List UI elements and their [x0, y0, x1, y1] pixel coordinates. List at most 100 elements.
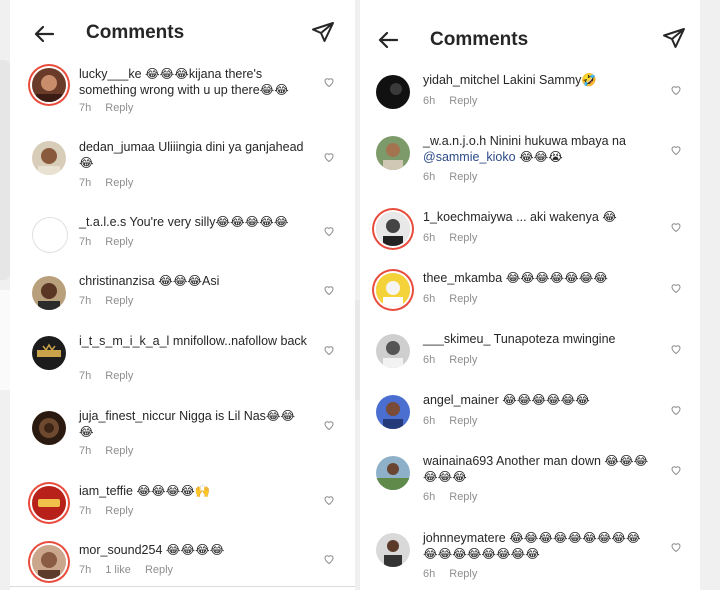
- reply-button[interactable]: Reply: [449, 293, 477, 305]
- heart-icon[interactable]: [323, 284, 335, 296]
- like-count[interactable]: 1 like: [105, 564, 131, 576]
- reply-button[interactable]: Reply: [105, 295, 133, 307]
- comment-username[interactable]: yidah_mitchel: [423, 73, 499, 87]
- comment-time: 7h: [79, 177, 92, 189]
- comment-time: 7h: [79, 102, 92, 114]
- comment-meta: 6h Reply: [423, 491, 491, 503]
- back-arrow-icon[interactable]: [376, 28, 400, 52]
- comment-meta: 6h Reply: [423, 293, 491, 305]
- comment-meta: 7h Reply: [79, 505, 147, 517]
- reply-button[interactable]: Reply: [105, 370, 133, 382]
- comment-username[interactable]: ___skimeu_: [423, 332, 490, 346]
- comment-text: ... aki wakenya 😂: [516, 210, 617, 224]
- reply-button[interactable]: Reply: [449, 232, 477, 244]
- avatar[interactable]: [376, 533, 410, 567]
- comment-meta: 7h Reply: [79, 102, 147, 114]
- avatar[interactable]: [32, 68, 66, 102]
- mention-link[interactable]: @sammie_kioko: [423, 150, 516, 164]
- page-title: Comments: [86, 22, 185, 43]
- heart-icon[interactable]: [670, 404, 682, 416]
- comment-time: 6h: [423, 354, 436, 366]
- comment-text: 😂😂😂😂😂😂😂: [505, 271, 608, 285]
- comments-screen-left: Comments lucky___ke 😂😂😂kijana there's so…: [10, 0, 355, 590]
- comment-time: 6h: [423, 293, 436, 305]
- comment-username[interactable]: angel_mainer: [423, 393, 499, 407]
- reply-button[interactable]: Reply: [145, 564, 173, 576]
- comment-username[interactable]: dedan_jumaa: [79, 140, 155, 154]
- avatar[interactable]: [376, 273, 410, 307]
- avatar[interactable]: [376, 75, 410, 109]
- avatar[interactable]: [32, 411, 66, 445]
- comment-username[interactable]: i_t_s_m_i_k_a_l: [79, 334, 169, 348]
- comments-header: Comments: [360, 0, 700, 64]
- heart-icon[interactable]: [323, 344, 335, 356]
- reply-button[interactable]: Reply: [449, 568, 477, 580]
- comment-username[interactable]: iam_teffie: [79, 484, 133, 498]
- comment-text: Lakini Sammy🤣: [502, 73, 597, 87]
- avatar[interactable]: [32, 217, 68, 253]
- comment-text: Ninini hukuwa mbaya na: [489, 134, 626, 148]
- avatar[interactable]: [32, 486, 66, 520]
- direct-send-icon[interactable]: [662, 26, 686, 50]
- comment-time: 6h: [423, 95, 436, 107]
- comment-time: 6h: [423, 568, 436, 580]
- comment-username[interactable]: _w.a.n.j.o.h: [423, 134, 486, 148]
- comment-time: 7h: [79, 445, 92, 457]
- heart-icon[interactable]: [323, 553, 335, 565]
- reply-button[interactable]: Reply: [105, 505, 133, 517]
- heart-icon[interactable]: [323, 151, 335, 163]
- heart-icon[interactable]: [323, 76, 335, 88]
- reply-button[interactable]: Reply: [105, 445, 133, 457]
- back-arrow-icon[interactable]: [32, 22, 56, 46]
- comment-text: 😂😂😂😂😂😂: [502, 393, 590, 407]
- comment-text: You're very silly😂😂😂😂😂: [129, 215, 289, 229]
- comment-text: 😂😂😂😂🙌: [136, 484, 211, 498]
- avatar[interactable]: [32, 545, 66, 579]
- comment-username[interactable]: juja_finest_niccur: [79, 409, 176, 423]
- heart-icon[interactable]: [670, 144, 682, 156]
- heart-icon[interactable]: [670, 282, 682, 294]
- avatar[interactable]: [376, 456, 410, 490]
- heart-icon[interactable]: [670, 541, 682, 553]
- reply-button[interactable]: Reply: [449, 95, 477, 107]
- comment-time: 7h: [79, 295, 92, 307]
- heart-icon[interactable]: [670, 464, 682, 476]
- avatar[interactable]: [32, 336, 66, 370]
- avatar[interactable]: [376, 212, 410, 246]
- avatar[interactable]: [376, 334, 410, 368]
- avatar[interactable]: [376, 395, 410, 429]
- comment-text: 😂😂😂Asi: [158, 274, 220, 288]
- reply-button[interactable]: Reply: [449, 415, 477, 427]
- heart-icon[interactable]: [323, 419, 335, 431]
- comment-username[interactable]: mor_sound254: [79, 543, 162, 557]
- reply-button[interactable]: Reply: [105, 177, 133, 189]
- comment-meta: 7h Reply: [79, 236, 147, 248]
- reply-button[interactable]: Reply: [449, 491, 477, 503]
- comment-username[interactable]: johnneymatere: [423, 531, 506, 545]
- background-screen-edge: [0, 60, 10, 280]
- reply-button[interactable]: Reply: [105, 102, 133, 114]
- avatar[interactable]: [32, 141, 66, 175]
- heart-icon[interactable]: [323, 225, 335, 237]
- comment-username[interactable]: 1_koechmaiywa: [423, 210, 513, 224]
- direct-send-icon[interactable]: [311, 20, 335, 44]
- comment-username[interactable]: thee_mkamba: [423, 271, 502, 285]
- comment-time: 6h: [423, 491, 436, 503]
- comment-username[interactable]: lucky___ke: [79, 67, 142, 81]
- heart-icon[interactable]: [670, 343, 682, 355]
- avatar[interactable]: [32, 276, 66, 310]
- avatar[interactable]: [376, 136, 410, 170]
- reply-button[interactable]: Reply: [105, 236, 133, 248]
- reply-button[interactable]: Reply: [449, 354, 477, 366]
- reply-button[interactable]: Reply: [449, 171, 477, 183]
- heart-icon[interactable]: [670, 84, 682, 96]
- comment-username[interactable]: _t.a.l.e.s: [79, 215, 126, 229]
- heart-icon[interactable]: [323, 494, 335, 506]
- comment-meta: 6h Reply: [423, 354, 491, 366]
- heart-icon[interactable]: [670, 221, 682, 233]
- comment-time: 7h: [79, 505, 92, 517]
- comment-username[interactable]: wainaina693: [423, 454, 493, 468]
- comment-meta: 7h Reply: [79, 177, 147, 189]
- comment-meta: 6h Reply: [423, 95, 491, 107]
- comment-username[interactable]: christinanzisa: [79, 274, 155, 288]
